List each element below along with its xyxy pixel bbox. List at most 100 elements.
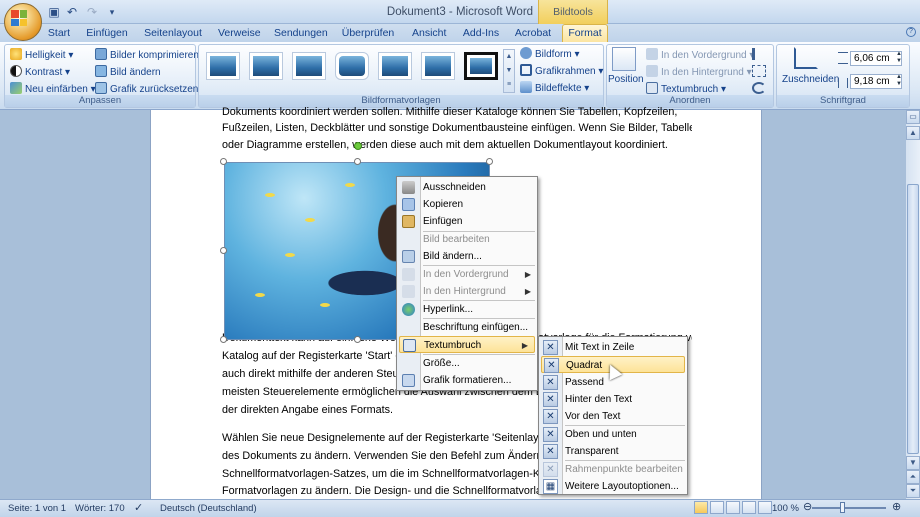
next-page-button[interactable]: ⏷ [906,484,920,498]
zoom-in-button[interactable]: ⊕ [892,500,901,513]
tab-ueberpruefen[interactable]: Überprüfen [340,26,396,42]
menu-item-bild-bearbeiten[interactable]: Bild bearbeiten [397,231,537,248]
bring-forward-icon [402,268,415,281]
undo-icon[interactable]: ↶ [64,4,80,20]
picture-style-1[interactable] [206,52,240,80]
previous-page-button[interactable]: ⏶ [906,470,920,484]
zoom-level[interactable]: 100 % [772,503,799,514]
tab-add-ins[interactable]: Add-Ins [462,26,500,42]
bild-aendern-button[interactable]: Bild ändern [95,65,161,78]
rotate-icon[interactable] [752,82,766,94]
tab-verweise[interactable]: Verweise [218,26,261,42]
wrap-mit-text-in-zeile[interactable]: ✕ Mit Text in Zeile [539,339,687,356]
grafikrahmen-button[interactable]: Grafikrahmen ▾ [520,64,603,77]
hintergrund-button[interactable]: In den Hintergrund ▾ [646,65,752,78]
align-icon[interactable] [752,48,766,60]
status-page[interactable]: Seite: 1 von 1 [8,503,66,514]
view-outline-button[interactable] [742,501,756,514]
height-icon [838,52,848,64]
tab-format[interactable]: Format [562,24,608,42]
menu-item-kopieren[interactable]: Kopieren [397,196,537,213]
wrap-weitere-layoutoptionen[interactable]: ▦ Weitere Layoutoptionen... [539,478,687,495]
rotation-handle[interactable] [354,142,362,150]
picture-style-6[interactable] [421,52,455,80]
resize-handle[interactable] [486,158,493,165]
wrap-hinter-den-text[interactable]: ✕ Hinter den Text [539,391,687,408]
tab-acrobat[interactable]: Acrobat [514,26,552,42]
bildform-button[interactable]: Bildform ▾ [520,47,580,60]
helligkeit-button[interactable]: Helligkeit ▾ [10,48,73,61]
height-spinner[interactable]: ▲ ▼ [894,51,904,66]
resize-handle[interactable] [354,336,361,343]
tab-ansicht[interactable]: Ansicht [412,26,446,42]
bildeffekte-button[interactable]: Bildeffekte ▾ [520,81,589,94]
paragraph-line: Schnellformatvorlagen-Satzes, um die im … [222,468,542,480]
ruler-toggle-icon[interactable]: ▭ [906,110,920,124]
resize-handle[interactable] [220,247,227,254]
bring-forward-icon [646,48,658,60]
zoom-slider-thumb[interactable] [840,502,845,513]
scroll-down-button[interactable]: ▼ [906,456,920,470]
textumbruch-button[interactable]: Textumbruch ▾ [646,82,726,95]
bilder-komprimieren-button[interactable]: Bilder komprimieren [95,48,199,61]
picture-style-5[interactable] [378,52,412,80]
menu-item-beschriftung[interactable]: Beschriftung einfügen... [397,319,537,336]
position-button[interactable]: Position [608,74,644,85]
neu-einfaerben-button[interactable]: Neu einfärben ▾ [10,82,96,95]
help-icon[interactable]: ? [906,27,916,37]
proofing-icon[interactable]: ✓ [134,501,143,514]
scissors-icon [402,181,415,194]
menu-item-hintergrund[interactable]: In den Hintergrund ▶ [397,283,537,300]
zoom-slider[interactable] [812,507,886,509]
menu-item-groesse[interactable]: Größe... [397,355,537,372]
vertical-scroll-thumb[interactable] [907,184,919,454]
zoom-out-button[interactable]: ⊖ [803,500,812,513]
view-fullscreen-button[interactable] [710,501,724,514]
resize-handle[interactable] [354,158,361,165]
customize-icon[interactable]: ▾ [104,4,120,20]
wrap-oben-und-unten[interactable]: ✕ Oben und unten [539,426,687,443]
wrap-vor-den-text[interactable]: ✕ Vor den Text [539,408,687,425]
resize-handle[interactable] [220,158,227,165]
view-print-layout-button[interactable] [694,501,708,514]
menu-item-grafik-formatieren[interactable]: Grafik formatieren... [397,372,537,389]
zuschneiden-button[interactable]: Zuschneiden [782,74,839,85]
picture-style-2[interactable] [249,52,283,80]
reset-picture-icon [95,82,107,94]
group-icon[interactable] [752,65,766,77]
status-words[interactable]: Wörter: 170 [75,503,125,514]
redo-icon[interactable]: ↷ [84,4,100,20]
menu-item-bild-aendern[interactable]: Bild ändern... [397,248,537,265]
kontrast-button[interactable]: Kontrast ▾ [10,65,70,78]
picture-style-7[interactable] [464,52,498,80]
view-draft-button[interactable] [758,501,772,514]
menu-item-einfuegen[interactable]: Einfügen [397,213,537,230]
tab-seitenlayout[interactable]: Seitenlayout [144,26,202,42]
menu-item-vordergrund[interactable]: In den Vordergrund ▶ [397,266,537,283]
wrap-rahmenpunkte[interactable]: ✕ Rahmenpunkte bearbeiten [539,461,687,478]
grafik-zuruecksetzen-button[interactable]: Grafik zurücksetzen [95,82,198,95]
ribbon-tab-bar [0,24,920,42]
width-spinner[interactable]: ▲ ▼ [894,74,904,89]
fish-shape [285,253,295,257]
wrap-transparent[interactable]: ✕ Transparent [539,443,687,460]
hyperlink-icon [402,303,415,316]
tab-start[interactable]: Start [46,26,72,42]
tab-sendungen[interactable]: Sendungen [274,26,328,42]
status-language[interactable]: Deutsch (Deutschland) [160,503,257,514]
window-title: Dokument3 - Microsoft Word [386,6,534,18]
menu-item-textumbruch[interactable]: Textumbruch ▶ [399,336,535,353]
menu-item-hyperlink[interactable]: Hyperlink... [397,301,537,318]
vordergrund-button[interactable]: In den Vordergrund ▾ [646,48,754,61]
wrap-tight-icon: ✕ [543,375,558,390]
gallery-scroll[interactable]: ▲ ▼ ≡ [503,49,515,93]
save-icon[interactable]: ▣ [46,4,62,20]
scroll-up-button[interactable]: ▲ [906,126,920,140]
picture-style-3[interactable] [292,52,326,80]
view-web-layout-button[interactable] [726,501,740,514]
tab-einfuegen[interactable]: Einfügen [86,26,128,42]
resize-handle[interactable] [220,336,227,343]
menu-item-ausschneiden[interactable]: Ausschneiden [397,179,537,196]
picture-style-4[interactable] [335,52,369,80]
submenu-arrow-icon: ▶ [524,287,531,296]
